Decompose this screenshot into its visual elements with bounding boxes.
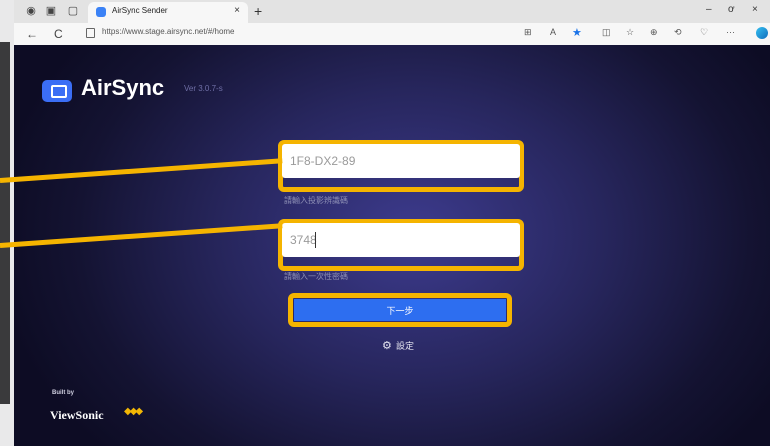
tab-actions-icon[interactable]: ▢	[66, 4, 80, 18]
reader-view-icon[interactable]: ⊞	[524, 27, 532, 38]
viewsonic-birds-icon: ◆◆◆	[124, 406, 143, 417]
close-window-icon[interactable]: ×	[752, 4, 758, 15]
password-input-hint: 請輸入一次性密碼	[284, 272, 348, 281]
left-edge-dark-panel	[0, 42, 10, 404]
browser-window: ◉ ▣ ▢ AirSync Sender × + – ơ × ← C https…	[14, 0, 770, 446]
next-button[interactable]: 下一步	[294, 299, 506, 321]
profile-icon[interactable]: ◉	[24, 4, 38, 18]
back-icon[interactable]: ←	[26, 26, 38, 42]
address-bar-row: ← C https://www.stage.airsync.net/#/home…	[14, 23, 770, 46]
read-aloud-icon[interactable]: A	[550, 27, 556, 37]
left-edge-strip	[0, 0, 14, 446]
password-input[interactable]	[282, 223, 518, 257]
address-bar-url[interactable]: https://www.stage.airsync.net/#/home	[102, 27, 235, 36]
code-input-field[interactable]	[282, 144, 520, 178]
code-input-hint: 請輸入投影辨識碼	[284, 196, 348, 205]
code-input[interactable]	[282, 144, 518, 178]
gear-icon: ⚙	[382, 340, 392, 352]
edge-copilot-icon[interactable]	[756, 27, 768, 39]
airsync-favicon-icon	[96, 7, 106, 17]
tab-airsync-sender[interactable]: AirSync Sender ×	[88, 2, 248, 23]
favorite-star-icon[interactable]: ★	[572, 26, 582, 39]
workspaces-icon[interactable]: ▣	[44, 4, 58, 18]
more-menu-icon[interactable]: ···	[726, 27, 735, 37]
text-caret	[315, 232, 316, 248]
split-screen-icon[interactable]: ◫	[602, 27, 611, 38]
new-tab-icon[interactable]: +	[254, 2, 262, 20]
airsync-logo-icon	[42, 80, 72, 102]
settings-label: 設定	[396, 341, 415, 351]
built-by-label: Built by	[52, 390, 74, 396]
app-version: Ver 3.0.7-s	[184, 84, 223, 93]
airsync-app: AirSync Ver 3.0.7-s 請輸入投影辨識碼 請輸入一次性密碼 下一…	[14, 45, 770, 446]
password-input-field[interactable]	[282, 223, 520, 257]
settings-link[interactable]: ⚙ 設定	[382, 339, 414, 352]
favorites-list-icon[interactable]: ☆	[626, 27, 634, 38]
lock-icon	[86, 28, 95, 38]
extensions-icon[interactable]: ⊕	[650, 27, 658, 38]
history-icon[interactable]: ⟲	[674, 27, 682, 38]
tab-title: AirSync Sender	[112, 6, 168, 15]
refresh-icon[interactable]: C	[54, 26, 63, 42]
app-name: AirSync	[81, 75, 165, 100]
minimize-icon[interactable]: –	[706, 4, 712, 15]
tab-close-icon[interactable]: ×	[234, 5, 240, 16]
restore-icon[interactable]: ơ	[728, 4, 735, 15]
tab-bar: ◉ ▣ ▢ AirSync Sender × + – ơ ×	[14, 0, 770, 23]
performance-icon[interactable]: ♡	[700, 27, 708, 38]
viewsonic-logo: ViewSonic	[50, 408, 104, 422]
